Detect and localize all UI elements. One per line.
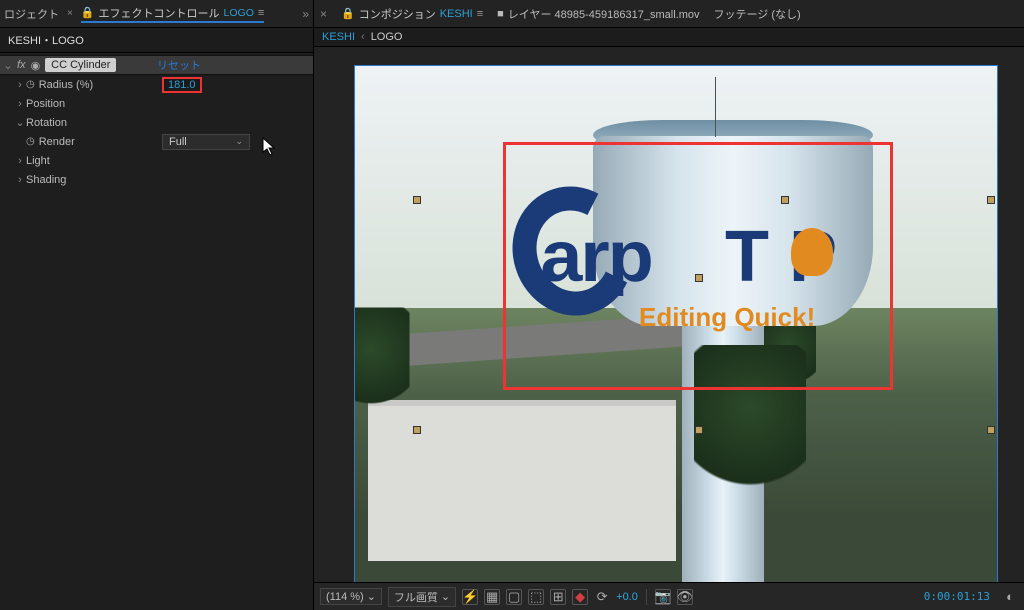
lock-icon: 🔒 bbox=[341, 7, 355, 20]
stopwatch-icon[interactable]: ◷ bbox=[26, 79, 35, 90]
prop-radius-row: › ◷ Radius (%) 181.0 bbox=[0, 75, 313, 94]
tab-composition[interactable]: 🔒 コンポジション KESHI ≡ bbox=[341, 6, 483, 22]
effect-controls-breadcrumb: KESHI・LOGO bbox=[0, 28, 313, 53]
prop-render-value: Full bbox=[169, 136, 187, 148]
layer-handle[interactable] bbox=[695, 274, 703, 282]
composition-viewer[interactable]: arp T P Editing Quick! bbox=[314, 47, 1024, 582]
layer-handle[interactable] bbox=[781, 196, 789, 204]
scene-building bbox=[368, 400, 676, 561]
prop-render-row: ◷ Render Full ⌄ bbox=[0, 132, 313, 151]
chevron-down-icon: ⌄ bbox=[441, 590, 450, 603]
lock-icon: 🔒 bbox=[81, 6, 95, 19]
prop-radius-value[interactable]: 181.0 bbox=[162, 77, 202, 93]
crumb-comp[interactable]: KESHI bbox=[322, 31, 355, 43]
layer-handle[interactable] bbox=[413, 426, 421, 434]
composition-panel: × 🔒 コンポジション KESHI ≡ ■ レイヤー 48985-4591863… bbox=[314, 0, 1024, 610]
prop-light-row[interactable]: › Light bbox=[0, 151, 313, 170]
reset-button[interactable]: リセット bbox=[157, 57, 201, 73]
tab-layer[interactable]: ■ レイヤー 48985-459186317_small.mov bbox=[497, 6, 699, 22]
antenna bbox=[715, 77, 716, 137]
chevron-right-icon[interactable]: › bbox=[14, 174, 26, 186]
prop-shading-label: Shading bbox=[26, 174, 66, 186]
effect-header-row[interactable]: ⌄ fx ◉ CC Cylinder リセット bbox=[0, 55, 313, 75]
layer-handle[interactable] bbox=[413, 196, 421, 204]
reset-exposure-icon[interactable]: ⟳ bbox=[594, 589, 610, 605]
fx-toggle-icon[interactable]: fx bbox=[17, 59, 26, 71]
panel-menu-icon[interactable]: ≡ bbox=[258, 7, 264, 19]
prop-radius-value-wrap: 181.0 bbox=[162, 79, 202, 91]
prop-rotation-row[interactable]: ⌄ Rotation bbox=[0, 113, 313, 132]
prop-light-label: Light bbox=[26, 155, 50, 167]
right-panel-tabs: × 🔒 コンポジション KESHI ≡ ■ レイヤー 48985-4591863… bbox=[314, 0, 1024, 28]
selection-highlight bbox=[503, 142, 893, 390]
tab-effect-controls[interactable]: 🔒 エフェクトコントロール LOGO ≡ bbox=[81, 5, 264, 23]
tab-layer-label: レイヤー 48985-459186317_small.mov bbox=[508, 6, 700, 22]
grid-guides-icon[interactable]: ⊞ bbox=[550, 589, 566, 605]
transparency-grid-icon[interactable]: ▦ bbox=[484, 589, 500, 605]
chevron-left-icon: ‹ bbox=[361, 31, 365, 43]
prop-render-value-wrap: Full ⌄ bbox=[162, 134, 250, 150]
square-icon: ■ bbox=[497, 8, 504, 20]
prop-radius-label: Radius (%) bbox=[39, 79, 93, 91]
tab-effect-controls-prefix: エフェクトコントロール bbox=[99, 5, 220, 21]
scene-tree bbox=[354, 308, 409, 429]
chevron-right-icon[interactable]: › bbox=[14, 155, 26, 167]
viewer-toolbar: (114 %) ⌄ フル画質 ⌄ ⚡ ▦ ▢ ⬚ ⊞ ◆ ⟳ +0.0 📷 👁 … bbox=[314, 582, 1024, 610]
tab-composition-prefix: コンポジション bbox=[359, 6, 436, 22]
tab-effect-controls-layer: LOGO bbox=[224, 7, 254, 19]
stopwatch-icon[interactable]: ◷ bbox=[26, 136, 35, 147]
chevron-down-icon: ⌄ bbox=[367, 590, 376, 603]
mask-toggle-icon[interactable]: ▢ bbox=[506, 589, 522, 605]
panel-menu-icon[interactable]: ≡ bbox=[477, 8, 483, 20]
tab-footage[interactable]: フッテージ (なし) bbox=[713, 6, 800, 22]
zoom-value: (114 %) bbox=[326, 591, 364, 603]
snapshot-icon[interactable]: 📷 bbox=[655, 589, 671, 605]
layer-handle[interactable] bbox=[695, 426, 703, 434]
prop-render-label: Render bbox=[39, 136, 75, 148]
chevron-down-icon: ⌄ bbox=[235, 136, 243, 147]
channel-icon[interactable]: ◆ bbox=[572, 589, 588, 605]
crumb-layer[interactable]: LOGO bbox=[371, 31, 403, 43]
quality-dropdown[interactable]: フル画質 ⌄ bbox=[388, 587, 456, 607]
prop-rotation-label: Rotation bbox=[26, 117, 67, 129]
roi-icon[interactable]: ⬚ bbox=[528, 589, 544, 605]
separator bbox=[646, 589, 647, 605]
chevron-right-icon[interactable]: › bbox=[14, 79, 26, 91]
effect-controls-panel: ロジェクト × 🔒 エフェクトコントロール LOGO ≡ » KESHI・LOG… bbox=[0, 0, 314, 610]
left-panel-tabs: ロジェクト × 🔒 エフェクトコントロール LOGO ≡ » bbox=[0, 0, 313, 28]
app-root: ロジェクト × 🔒 エフェクトコントロール LOGO ≡ » KESHI・LOG… bbox=[0, 0, 1024, 610]
prop-position-row[interactable]: › Position bbox=[0, 94, 313, 113]
layer-handle[interactable] bbox=[987, 426, 995, 434]
viewer-breadcrumb: KESHI ‹ LOGO bbox=[314, 28, 1024, 47]
chevron-right-icon[interactable]: › bbox=[14, 98, 26, 110]
effect-property-list: ⌄ fx ◉ CC Cylinder リセット › ◷ Radius (%) 1… bbox=[0, 53, 313, 610]
prop-position-label: Position bbox=[26, 98, 65, 110]
layer-handle[interactable] bbox=[987, 196, 995, 204]
effect-visibility-icon[interactable]: ◉ bbox=[31, 59, 41, 72]
show-snapshot-icon[interactable]: 👁 bbox=[677, 589, 693, 605]
close-icon[interactable]: × bbox=[320, 7, 327, 21]
prop-shading-row[interactable]: › Shading bbox=[0, 170, 313, 189]
fast-preview-icon[interactable]: ⚡ bbox=[462, 589, 478, 605]
exposure-value[interactable]: +0.0 bbox=[616, 591, 638, 603]
tab-project[interactable]: ロジェクト bbox=[4, 6, 59, 22]
more-tabs-icon[interactable]: » bbox=[302, 7, 309, 21]
chevron-down-icon[interactable]: ⌄ bbox=[14, 116, 26, 129]
chevron-down-icon[interactable]: ⌄ bbox=[2, 59, 14, 72]
zoom-dropdown[interactable]: (114 %) ⌄ bbox=[320, 588, 382, 605]
timecode[interactable]: 0:00:01:13 bbox=[924, 590, 990, 603]
close-icon[interactable]: × bbox=[67, 8, 73, 19]
quality-value: フル画質 bbox=[394, 589, 438, 605]
prop-render-dropdown[interactable]: Full ⌄ bbox=[162, 134, 250, 150]
effect-name[interactable]: CC Cylinder bbox=[45, 58, 116, 72]
tab-composition-name: KESHI bbox=[440, 8, 473, 20]
viewer-canvas[interactable]: arp T P Editing Quick! bbox=[354, 65, 998, 582]
shutter-icon[interactable]: ◐ bbox=[1002, 589, 1018, 605]
